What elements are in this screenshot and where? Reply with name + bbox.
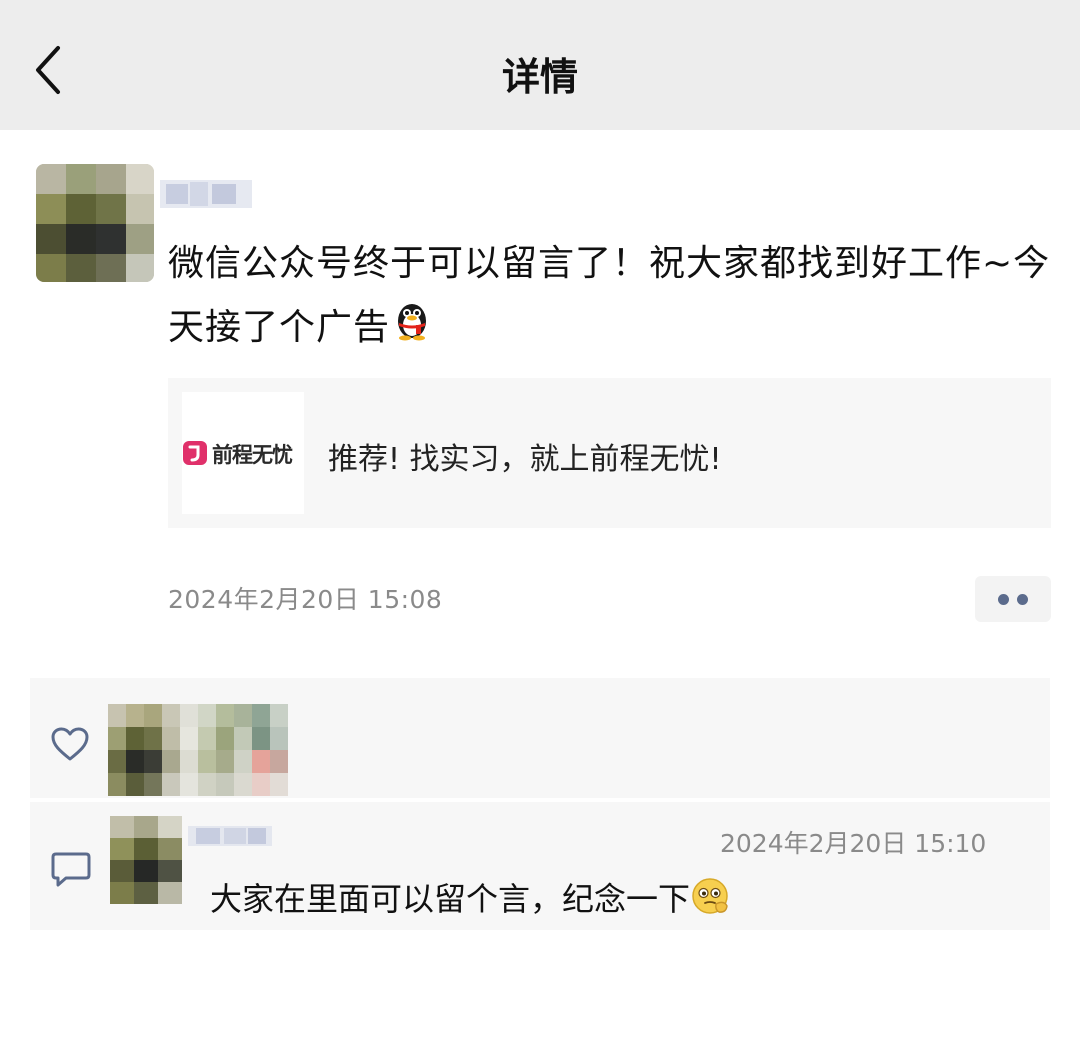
navigation-bar: 详情 [0, 0, 1080, 130]
card-thumbnail: 前程无忧 [182, 392, 304, 514]
comment-content: 大家在里面可以留个言，纪念一下 [210, 874, 732, 926]
commenter-avatar[interactable] [110, 816, 182, 904]
comment-timestamp: 2024年2月20日 15:10 [720, 829, 987, 858]
card-logo-text: 前程无忧 [212, 443, 293, 467]
thinking-face-emoji [690, 876, 732, 926]
comment-text: 大家在里面可以留个言，纪念一下 [210, 880, 691, 918]
commenter-name-blurred[interactable] [188, 820, 272, 850]
author-avatar[interactable] [36, 164, 154, 282]
more-dots-icon [998, 594, 1009, 605]
comments-panel: 2024年2月20日 15:10 大家在里面可以留个言，纪念一下 [30, 802, 1050, 930]
app-logo-icon [183, 441, 207, 465]
post-timestamp: 2024年2月20日 15:08 [168, 585, 443, 614]
likes-panel [30, 678, 1050, 798]
post-content: 微信公众号终于可以留言了！祝大家都找到好工作~今天接了个广告 [168, 232, 1058, 362]
author-name-blurred[interactable] [160, 172, 252, 212]
heart-icon [51, 727, 89, 761]
card-title: 推荐! 找实习，就上前程无忧! [328, 442, 722, 477]
page-title: 详情 [501, 55, 578, 99]
more-options-button[interactable] [975, 576, 1051, 622]
post-text: 微信公众号终于可以留言了！祝大家都找到好工作~今天接了个广告 [168, 243, 1051, 348]
article-link-card[interactable]: 前程无忧 推荐! 找实习，就上前程无忧! [168, 378, 1051, 528]
liker-avatars[interactable] [108, 704, 288, 796]
qq-penguin-emoji [390, 297, 434, 362]
comment-icon [51, 852, 91, 887]
more-dots-icon [1017, 594, 1028, 605]
